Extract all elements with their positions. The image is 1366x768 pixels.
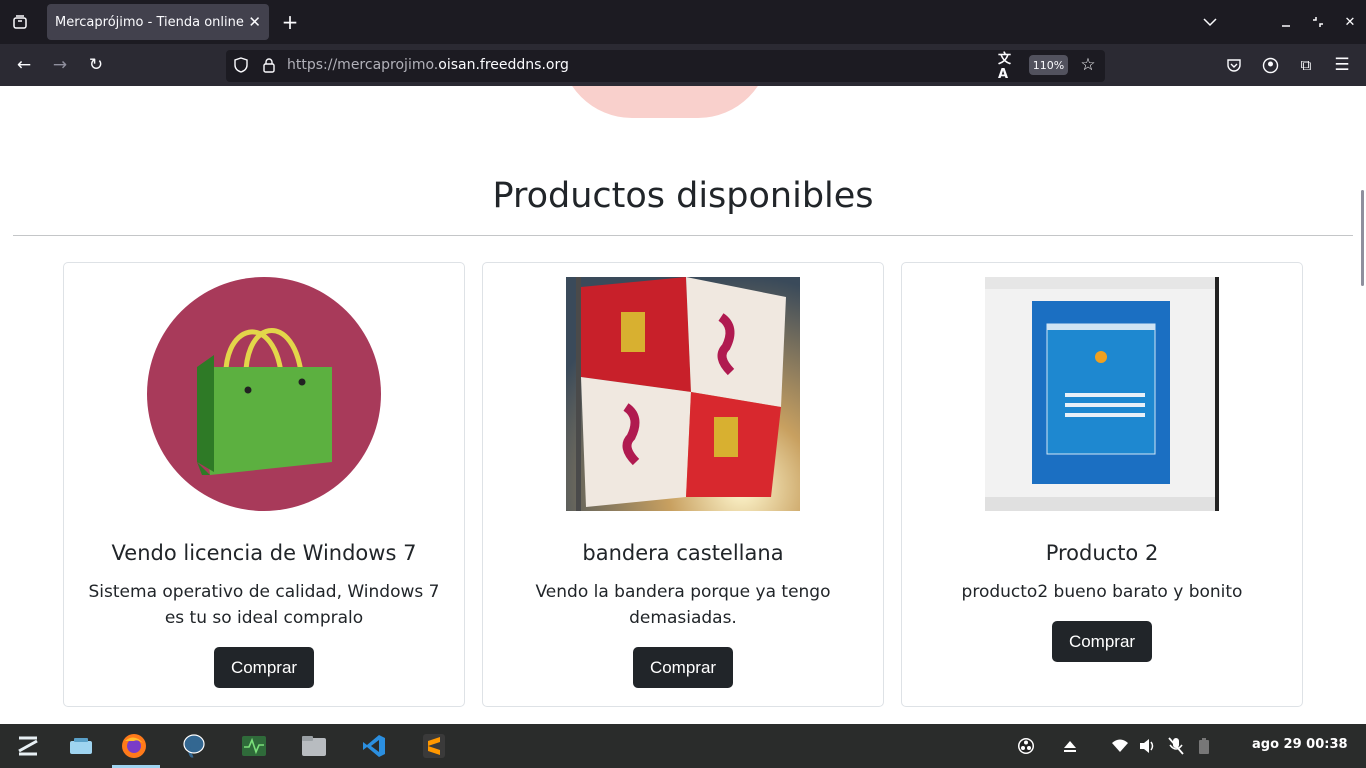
tab-active[interactable]: Mercaprójimo - Tienda online ✕ [47,4,269,40]
product-description: producto2 bueno barato y bonito [961,582,1243,602]
tab-bar: Mercaprójimo - Tienda online ✕ + ✕ [0,0,1366,44]
product-description: Sistema operativo de calidad, Windows 7 … [88,582,440,628]
product-title: Vendo licencia de Windows 7 [111,541,417,565]
divider [13,235,1353,236]
shield-icon[interactable] [232,56,250,74]
restore-icon[interactable] [1308,12,1328,32]
bookmark-star-icon[interactable]: ☆ [1078,55,1098,75]
window-close-icon[interactable]: ✕ [1340,12,1360,32]
translate-icon[interactable]: 文A [998,52,1018,82]
buy-button[interactable]: Comprar [1052,621,1152,662]
files-icon[interactable] [300,732,328,760]
forward-icon[interactable]: → [50,55,70,75]
page-content: Productos disponibles Vendo licencia de … [0,86,1366,724]
obs-icon[interactable] [1012,732,1040,760]
close-icon[interactable]: ✕ [248,13,261,31]
eject-icon[interactable] [1056,732,1084,760]
tab-title: Mercaprójimo - Tienda online [55,14,244,30]
url-host: oisan.freeddns.org [438,57,569,73]
shopping-bag-image [147,277,381,511]
lock-icon[interactable] [260,56,278,74]
reload-icon[interactable]: ↻ [86,55,106,75]
url-prefix: https://mercaprojimo. [287,57,439,73]
taskbar [0,724,1366,768]
back-icon[interactable]: ← [14,55,34,75]
product-card: bandera castellana Vendo la bandera porq… [482,262,884,707]
product-title: bandera castellana [582,541,784,565]
new-tab-icon[interactable]: + [280,10,300,34]
extensions-icon[interactable]: ⧉ [1296,55,1316,75]
system-monitor-icon[interactable] [240,732,268,760]
buy-button[interactable]: Comprar [633,647,733,688]
firefox-icon[interactable] [120,732,148,760]
sublime-text-icon[interactable] [420,732,448,760]
menu-icon[interactable]: ☰ [1332,55,1352,75]
product-title: Producto 2 [1045,541,1159,565]
vscode-icon[interactable] [360,732,388,760]
zoom-level[interactable]: 110% [1029,55,1068,75]
wifi-icon[interactable] [1106,732,1134,760]
product-description: Vendo la bandera porque ya tengo demasia… [535,582,831,628]
product-card: Vendo licencia de Windows 7 Sistema oper… [63,262,465,707]
tab-overview-icon[interactable] [10,12,30,32]
volume-icon[interactable] [1134,732,1162,760]
url-text[interactable]: https://mercaprojimo.oisan.freeddns.org [287,57,569,73]
battery-icon[interactable] [1190,732,1218,760]
zorin-menu-icon[interactable] [14,732,42,760]
hero-illustration [560,86,770,118]
mic-muted-icon[interactable] [1162,732,1190,760]
clock[interactable]: ago 29 00:38 [1252,737,1348,752]
chevron-down-icon[interactable] [1200,12,1220,32]
account-icon[interactable] [1260,55,1280,75]
section-title: Productos disponibles [492,176,874,216]
castile-flag-image [566,277,800,511]
pocket-icon[interactable] [1224,55,1244,75]
postgresql-icon[interactable] [180,732,208,760]
minimize-icon[interactable] [1276,12,1296,32]
workspaces-icon[interactable] [67,732,95,760]
buy-button[interactable]: Comprar [214,647,314,688]
windows7-install-screenshot [985,277,1219,511]
product-card: Producto 2 producto2 bueno barato y boni… [901,262,1303,707]
